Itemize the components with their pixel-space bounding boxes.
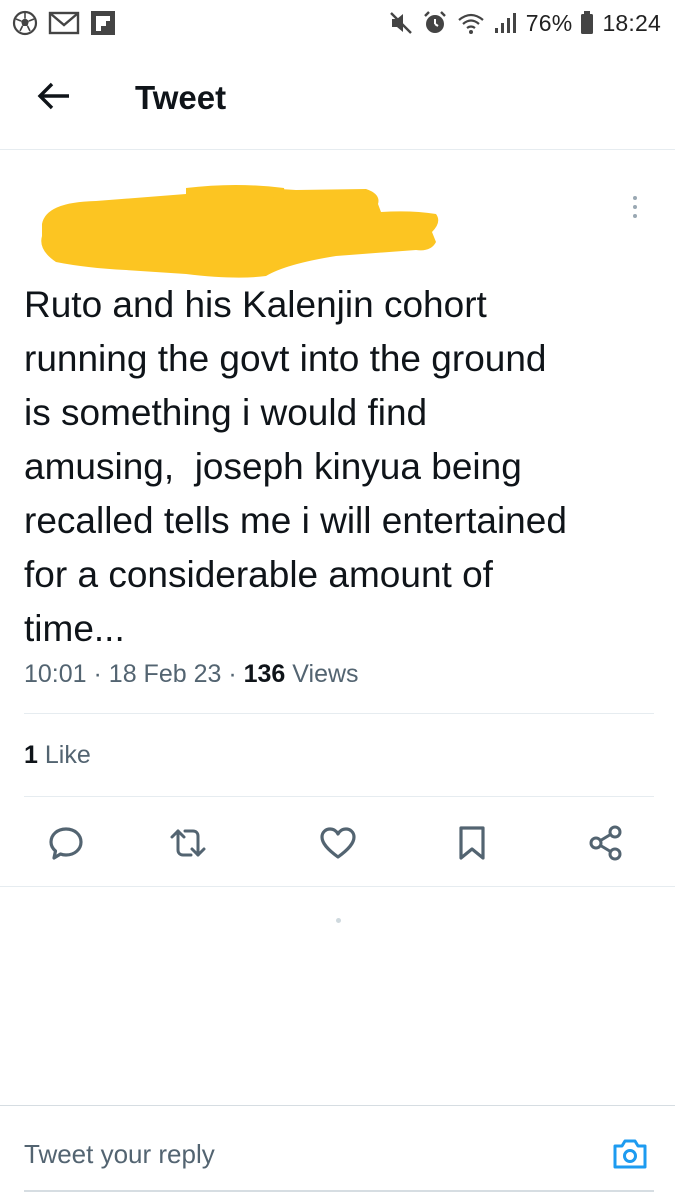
status-bar-right: 76% 18:24 [388,10,661,37]
divider [24,713,654,714]
tweet-time: 10:01 [24,660,87,688]
retweet-icon [169,825,207,866]
tweet-detail-screen: 76% 18:24 Tweet Ruto and his Kalenjin co… [0,0,675,1200]
likes-label: Like [44,741,91,769]
gmail-icon [48,10,80,36]
mute-icon [388,10,414,36]
battery-percent: 76% [525,9,573,36]
flipboard-icon [90,10,116,36]
wifi-icon [456,10,486,36]
more-options-button[interactable] [622,187,648,227]
bookmark-icon [456,825,488,866]
views-label: Views [292,660,359,688]
retweet-button[interactable] [164,821,212,869]
battery-icon [580,10,594,36]
divider [0,886,675,887]
arrow-left-icon [36,80,72,117]
more-dot-icon [633,205,637,209]
clock: 18:24 [602,9,661,36]
back-button[interactable] [30,76,78,120]
alarm-icon [422,10,448,36]
more-dot-icon [633,196,637,200]
comment-icon [48,825,84,866]
views-count: 136 [243,660,286,688]
reply-input[interactable] [24,1132,584,1176]
page-title: Tweet [135,79,227,116]
reply-bar [0,1105,675,1200]
likes-link[interactable]: 1 Like [24,738,91,772]
divider [24,796,654,797]
loading-indicator [336,918,341,923]
share-button[interactable] [582,821,630,869]
likes-count: 1 [24,741,38,769]
redacted-author-info [36,184,446,284]
bookmark-button[interactable] [448,821,496,869]
tweet-text: Ruto and his Kalenjin cohort running the… [24,284,567,649]
signal-icon [494,10,518,36]
heart-icon [319,826,357,865]
meta-separator: · [93,660,102,688]
status-bar-left [12,10,116,36]
tweet-actions [0,813,675,883]
status-bar: 76% 18:24 [0,0,675,46]
reply-input-underline [24,1190,654,1192]
share-icon [587,824,625,867]
like-button[interactable] [314,821,362,869]
meta-separator: · [228,660,237,688]
soccer-ball-icon [12,10,38,36]
more-dot-icon [633,214,637,218]
reply-button[interactable] [42,821,90,869]
camera-button[interactable] [608,1134,652,1178]
tweet-metadata: 10:01 · 18 Feb 23 · 136 Views [24,657,359,691]
tweet-date: 18 Feb 23 [108,660,222,688]
camera-icon [611,1137,649,1176]
top-app-bar: Tweet [0,46,675,150]
